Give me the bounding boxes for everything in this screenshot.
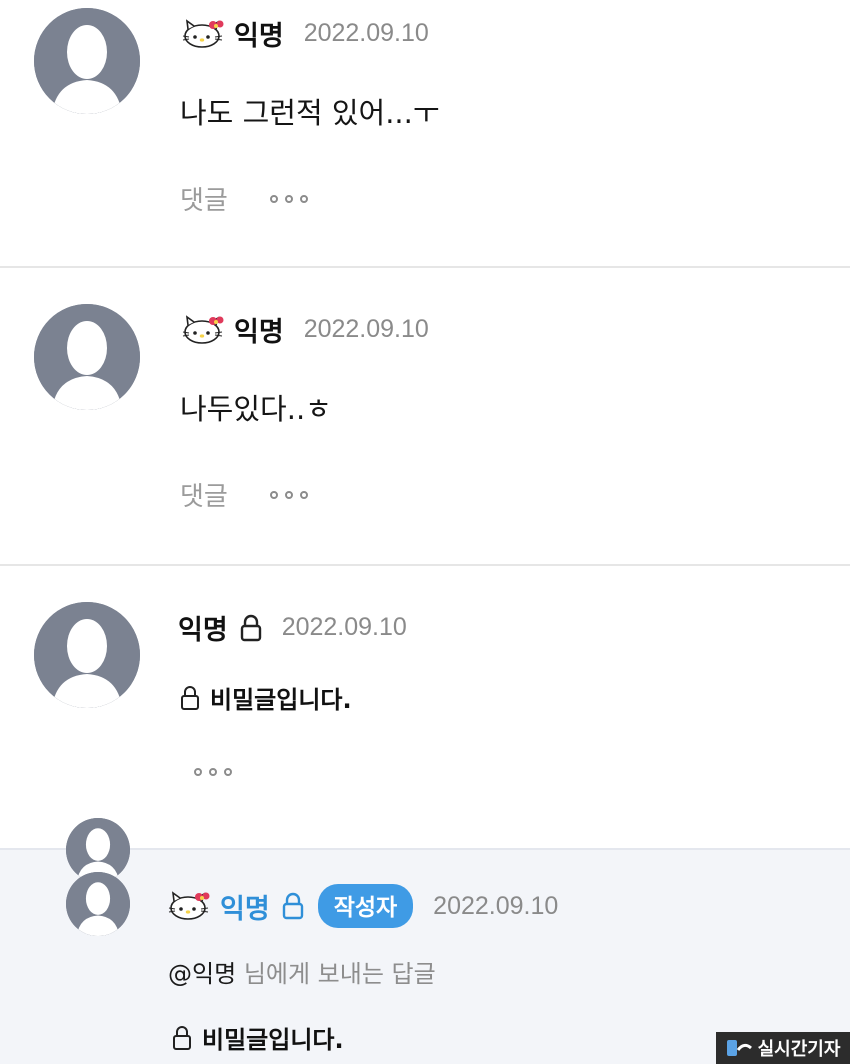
mention-line: @익명 님에게 보내는 답글 xyxy=(168,954,436,989)
comment-item: 익명 2022.09.10 비밀글입니다. xyxy=(0,566,850,848)
secret-notice: 비밀글입니다. xyxy=(180,680,352,715)
default-user-icon xyxy=(34,8,140,114)
avatar[interactable] xyxy=(34,602,140,708)
default-user-icon xyxy=(66,872,130,936)
default-user-icon xyxy=(34,602,140,708)
comment-item: 익명 2022.09.10 나두있다..ㅎ 댓글 xyxy=(0,268,850,564)
lock-icon xyxy=(240,614,261,641)
watermark-logo-icon xyxy=(726,1040,752,1056)
author-badge: 작성자 xyxy=(317,884,414,928)
comment-actions xyxy=(190,764,236,780)
avatar[interactable] xyxy=(34,8,140,114)
comment-item: 익명 2022.09.10 나도 그런적 있어...ㅜ 댓글 xyxy=(0,0,850,266)
comment-date: 2022.09.10 xyxy=(303,19,429,47)
mention-suffix: 님에게 보내는 답글 xyxy=(243,960,436,988)
comment-actions: 댓글 xyxy=(180,180,312,217)
reply-button[interactable]: 댓글 xyxy=(180,476,228,513)
reply-date: 2022.09.10 xyxy=(433,891,559,920)
lock-icon xyxy=(282,892,303,920)
comment-author: 익명 xyxy=(234,21,284,52)
comment-actions: 댓글 xyxy=(180,476,312,513)
reply-meta: 익명 작성자 2022.09.10 xyxy=(166,884,558,928)
lock-icon xyxy=(181,685,199,710)
comment-text: 나도 그런적 있어...ㅜ xyxy=(180,96,440,130)
avatar[interactable] xyxy=(34,304,140,410)
more-options-icon[interactable] xyxy=(266,487,312,503)
comment-text: 나두있다..ㅎ xyxy=(180,392,332,426)
reply-button[interactable]: 댓글 xyxy=(180,180,228,217)
more-options-icon[interactable] xyxy=(190,764,236,780)
comment-meta: 익명 2022.09.10 xyxy=(178,608,407,647)
reply-author: 익명 xyxy=(220,893,270,925)
watermark: 실시간기자 xyxy=(716,1032,850,1064)
comment-author: 익명 xyxy=(178,615,228,646)
comment-thread: 익명 2022.09.10 나도 그런적 있어...ㅜ 댓글 익명 2022.0… xyxy=(0,0,850,1064)
lock-icon xyxy=(173,1025,191,1050)
secret-text: 비밀글입니다. xyxy=(202,1026,344,1054)
mention-user[interactable]: @익명 xyxy=(168,960,236,988)
watermark-text: 실시간기자 xyxy=(757,1039,841,1060)
secret-notice: 비밀글입니다. xyxy=(172,1020,344,1055)
more-options-icon[interactable] xyxy=(266,191,312,207)
comment-meta: 익명 2022.09.10 xyxy=(180,310,429,349)
hello-kitty-icon xyxy=(168,891,210,920)
secret-text: 비밀글입니다. xyxy=(210,686,352,714)
default-user-icon xyxy=(34,304,140,410)
hello-kitty-icon xyxy=(182,314,224,344)
avatar[interactable] xyxy=(66,872,130,936)
comment-meta: 익명 2022.09.10 xyxy=(180,14,429,53)
hello-kitty-icon xyxy=(182,18,224,48)
comment-date: 2022.09.10 xyxy=(303,315,429,343)
comment-author: 익명 xyxy=(234,317,284,348)
comment-date: 2022.09.10 xyxy=(281,613,407,641)
